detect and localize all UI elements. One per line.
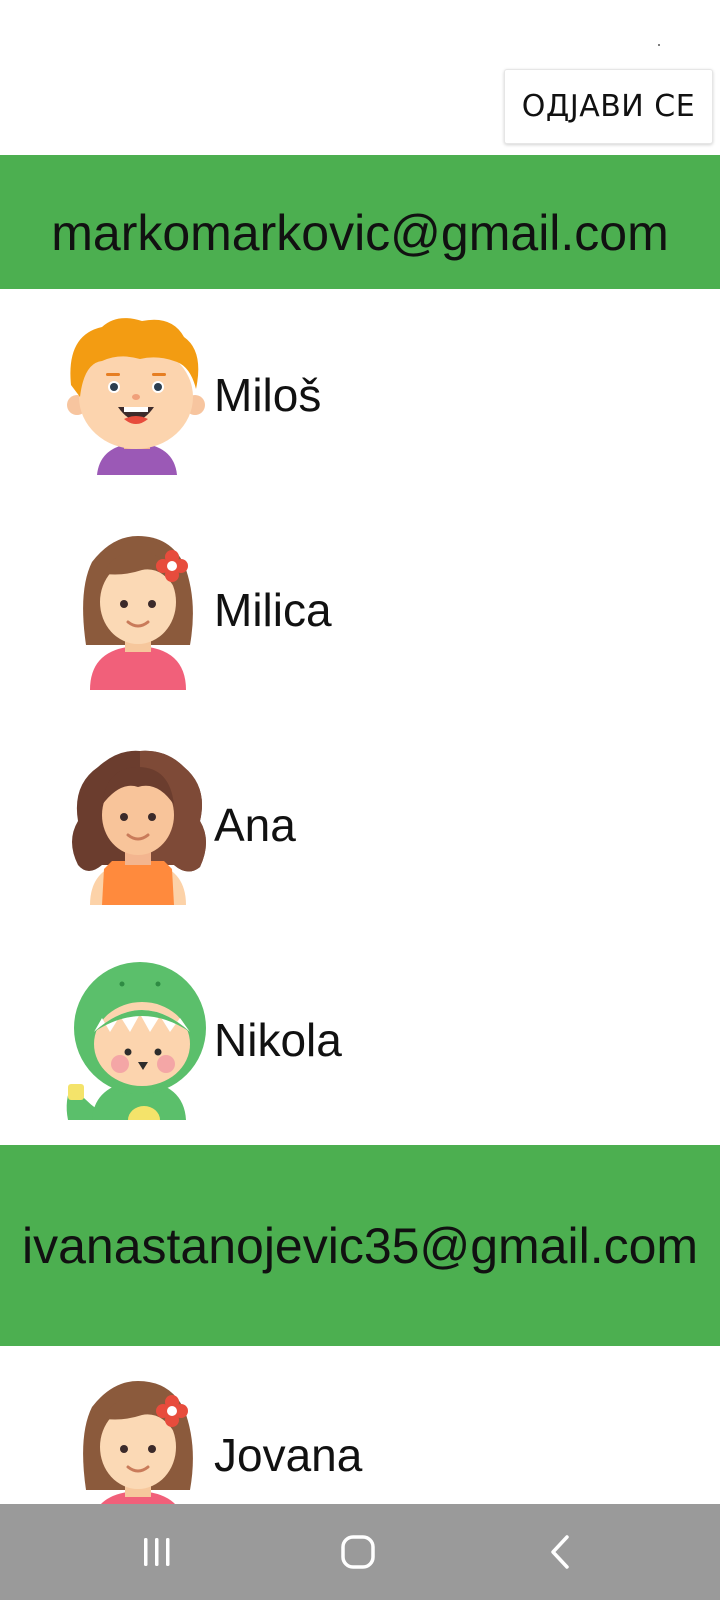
- back-icon: [551, 1535, 569, 1569]
- girl-flower-avatar-icon: [83, 536, 193, 690]
- child-item-milos[interactable]: Miloš: [0, 315, 720, 475]
- child-item-nikola[interactable]: Nikola: [0, 960, 720, 1120]
- recent-apps-icon: [144, 1538, 170, 1566]
- parent-email-header: markomarkovic@gmail.com: [0, 155, 720, 289]
- child-name: Miloš: [214, 369, 322, 421]
- child-name: Ana: [214, 799, 296, 851]
- system-navigation-bar: [0, 1504, 720, 1600]
- logout-button[interactable]: ОДЈАВИ СЕ: [504, 69, 713, 144]
- top-bar: ОДЈАВИ СЕ: [0, 0, 720, 155]
- child-item-milica[interactable]: Milica: [0, 530, 720, 690]
- child-item-ana[interactable]: Ana: [0, 745, 720, 905]
- home-button[interactable]: [328, 1528, 388, 1576]
- girl-curly-avatar-icon: [72, 750, 206, 905]
- home-icon: [341, 1535, 375, 1569]
- dinosaur-costume-avatar-icon: [66, 962, 206, 1120]
- child-name: Milica: [214, 584, 332, 636]
- boy-avatar-icon: [67, 318, 205, 475]
- child-name: Jovana: [214, 1429, 363, 1481]
- parent-email-header: ivanastanojevic35@gmail.com: [0, 1145, 720, 1346]
- recent-apps-button[interactable]: [127, 1528, 187, 1576]
- child-name: Nikola: [214, 1014, 342, 1066]
- status-indicator: [658, 44, 660, 46]
- back-button[interactable]: [530, 1528, 590, 1576]
